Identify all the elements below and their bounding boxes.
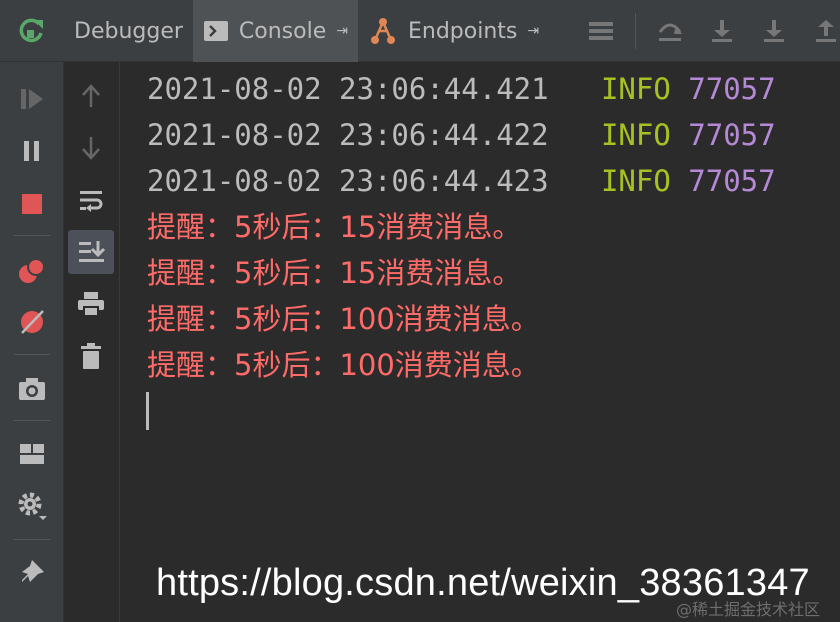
log-timestamp: 2021-08-02 23:06:44.422 [147,118,549,152]
log-level: INFO [600,72,671,106]
rerun-button[interactable] [0,0,64,62]
console-side-toolbar [64,62,120,622]
hamburger-icon [589,22,613,40]
tab-console-pin-icon[interactable]: ⇥ [336,23,348,39]
previous-occurrence-button[interactable] [68,74,114,118]
arrow-down-icon [82,137,100,160]
pin-tab-button[interactable] [0,550,64,594]
soft-wrap-button[interactable] [68,179,114,223]
log-line: 2021-08-02 23:06:44.423 INFO 77057 [147,158,776,204]
step-into-icon [712,20,732,42]
view-breakpoints-icon [19,258,45,283]
settings-icon [18,492,47,520]
arrow-up-icon [82,84,100,107]
endpoints-icon [368,16,398,46]
debug-tool-window-header: Debugger Console ⇥ Endpoints ⇥ [0,0,840,62]
settings-button[interactable] [0,484,64,528]
mute-breakpoints-button[interactable] [0,300,64,344]
trash-icon [81,343,101,369]
frames-menu-button[interactable] [575,0,627,62]
log-timestamp: 2021-08-02 23:06:44.423 [147,164,549,198]
step-into-button[interactable] [696,0,748,62]
log-line: 2021-08-02 23:06:44.422 INFO 77057 [147,112,776,158]
log-pid: 77057 [688,164,776,198]
scroll-to-end-button[interactable] [68,230,114,274]
camera-icon [19,378,45,400]
toolbar-separator [14,235,50,236]
community-watermark: @稀土掘金技术社区 [676,600,821,619]
text-caret [146,392,149,430]
debug-left-toolbar [0,62,64,622]
log-pid: 77057 [688,118,776,152]
tab-console[interactable]: Console ⇥ [192,0,358,62]
pause-icon [24,141,39,161]
tab-endpoints-label: Endpoints [407,18,518,44]
get-thread-dump-button[interactable] [0,367,64,411]
toolbar-separator [14,354,50,355]
clear-all-button[interactable] [68,334,114,378]
tab-debugger[interactable]: Debugger [64,0,193,62]
tab-debugger-label: Debugger [74,18,183,44]
debug-actions-toolbar [575,0,840,62]
console-output[interactable]: 2021-08-02 23:06:44.421 INFO 77057 2021-… [120,62,840,622]
stderr-message: 提醒：5秒后：100消费消息。 [147,348,540,382]
rerun-icon [19,18,43,43]
log-level: INFO [600,118,671,152]
step-over-icon [658,23,682,41]
step-out-button[interactable] [800,0,840,62]
print-button[interactable] [68,282,114,326]
stderr-message: 提醒：5秒后：15消费消息。 [147,210,522,244]
log-pid: 77057 [688,72,776,106]
log-level: INFO [600,164,671,198]
toolbar-separator [14,539,50,540]
force-step-into-icon [764,20,784,42]
step-out-icon [816,20,836,42]
toolbar-separator [635,13,636,49]
stderr-message: 提醒：5秒后：15消费消息。 [147,256,522,290]
mute-breakpoints-icon [21,310,44,334]
view-breakpoints-button[interactable] [0,249,64,293]
layout-icon [20,444,44,464]
stop-icon [22,194,42,214]
restore-layout-button[interactable] [0,432,64,476]
log-timestamp: 2021-08-02 23:06:44.421 [147,72,549,106]
tab-console-label: Console [238,18,327,44]
console-icon [203,20,229,42]
tab-endpoints-pin-icon[interactable]: ⇥ [527,23,539,39]
step-over-button[interactable] [644,0,696,62]
toolbar-separator [14,420,50,421]
tab-endpoints[interactable]: Endpoints ⇥ [358,0,549,62]
resume-icon [21,89,43,109]
soft-wrap-icon [80,191,103,212]
stop-button[interactable] [0,182,64,226]
pin-icon [22,560,44,582]
pause-button[interactable] [0,129,64,173]
scroll-to-end-icon [79,241,105,262]
tab-strip: Debugger Console ⇥ Endpoints ⇥ [64,0,549,62]
force-step-into-button[interactable] [748,0,800,62]
next-occurrence-button[interactable] [68,126,114,170]
resume-button[interactable] [0,77,64,121]
log-line: 2021-08-02 23:06:44.421 INFO 77057 [147,66,776,112]
stderr-message: 提醒：5秒后：100消费消息。 [147,302,540,336]
print-icon [78,292,104,317]
